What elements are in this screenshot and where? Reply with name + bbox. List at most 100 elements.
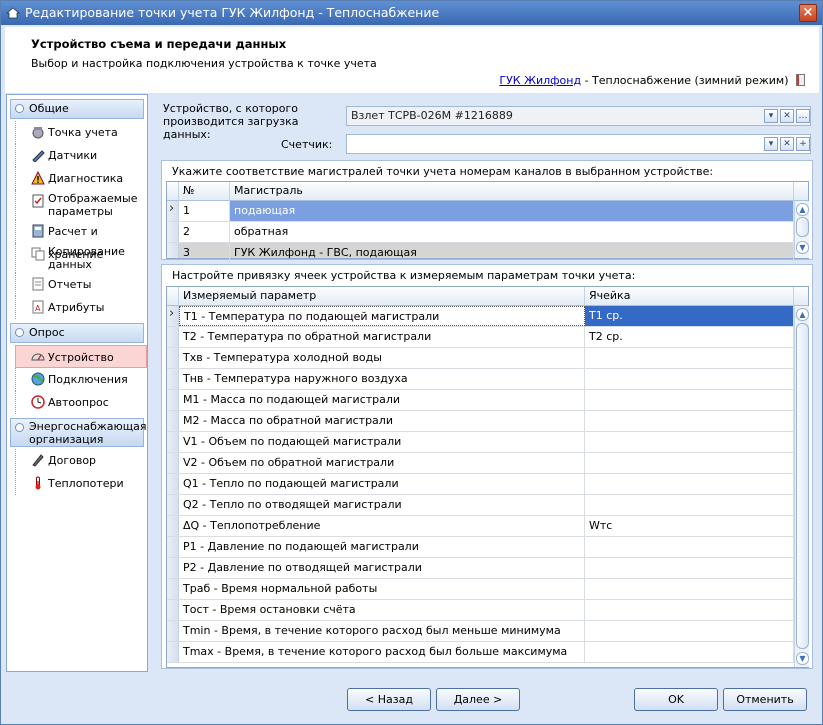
sidebar-item-contract[interactable]: Договор (15, 449, 147, 472)
splitter[interactable] (149, 94, 156, 672)
sidebar-item-reports[interactable]: Отчеты (15, 273, 147, 296)
cell-value[interactable] (585, 621, 794, 641)
table-row[interactable]: Q2 - Тепло по отводящей магистрали (167, 495, 794, 516)
table-row[interactable]: Tmin - Время, в течение которого расход … (167, 621, 794, 642)
clear-icon[interactable]: ✕ (780, 109, 794, 123)
row-indicator (167, 600, 179, 620)
cell-value[interactable]: T1 ср. (585, 306, 794, 326)
clear-icon[interactable]: ✕ (780, 137, 794, 151)
scroll-down-icon[interactable]: ▼ (796, 652, 809, 665)
cell-value[interactable] (585, 537, 794, 557)
cell-value[interactable] (585, 348, 794, 368)
cell-value[interactable] (585, 495, 794, 515)
cell-value[interactable] (585, 558, 794, 578)
book-icon[interactable] (796, 74, 805, 86)
window-title: Редактирование точки учета ГУК Жилфонд -… (25, 5, 440, 20)
channel-num: 1 (179, 201, 230, 221)
parameter-cell: Tmax - Время, в течение которого расход … (179, 642, 585, 662)
channel-name[interactable]: подающая (230, 201, 794, 221)
back-button[interactable]: < Назад (347, 688, 431, 711)
sidebar-item-device[interactable]: Устройство (15, 345, 147, 368)
table-row[interactable]: M1 - Масса по подающей магистрали (167, 390, 794, 411)
counter-select[interactable]: ▾ ✕ + (346, 134, 811, 154)
channel-row[interactable]: 3 ГУК Жилфонд - ГВС, подающая (167, 243, 794, 263)
cell-value[interactable] (585, 453, 794, 473)
table-row[interactable]: Tmax - Время, в течение которого расход … (167, 642, 794, 663)
row-indicator (167, 474, 179, 494)
channel-name[interactable]: ГУК Жилфонд - ГВС, подающая (230, 243, 794, 263)
table-row[interactable]: P1 - Давление по подающей магистрали (167, 537, 794, 558)
group-label: Опрос (29, 326, 65, 339)
next-button[interactable]: Далее > (436, 688, 520, 711)
table-row[interactable]: V2 - Объем по обратной магистрали (167, 453, 794, 474)
cell-value[interactable] (585, 579, 794, 599)
sidebar-item-connections[interactable]: Подключения (15, 368, 147, 391)
cell-value[interactable] (585, 642, 794, 662)
chevron-down-icon[interactable]: ▾ (764, 109, 778, 123)
scroll-thumb[interactable] (796, 217, 809, 237)
table-row[interactable]: T2 - Температура по обратной магистрали T… (167, 327, 794, 348)
cell-value[interactable] (585, 390, 794, 410)
cell-value[interactable] (585, 411, 794, 431)
sidebar-item-diagnostics[interactable]: Диагностика (15, 167, 147, 190)
more-icon[interactable]: … (796, 109, 810, 123)
copy-icon (31, 247, 45, 261)
sidebar-group-general[interactable]: Общие (10, 99, 144, 119)
main-panel: Устройство, с которого производится загр… (158, 94, 818, 672)
table-row[interactable]: Tхв - Температура холодной воды (167, 348, 794, 369)
channel-row[interactable]: 1 подающая (167, 199, 794, 222)
cell-value[interactable] (585, 369, 794, 389)
gauge-icon (31, 353, 45, 361)
sidebar-item-heat-loss[interactable]: Теплопотери (15, 472, 147, 495)
sidebar-group-polling[interactable]: Опрос (10, 323, 144, 343)
scroll-up-icon[interactable]: ▲ (796, 308, 809, 321)
cell-value[interactable]: Wтс (585, 516, 794, 536)
sidebar-item-attributes[interactable]: A Атрибуты (15, 296, 147, 319)
col-main-line[interactable]: Магистраль (230, 182, 794, 201)
parameter-cell: V2 - Объем по обратной магистрали (179, 453, 585, 473)
cell-value[interactable] (585, 474, 794, 494)
device-select[interactable]: Взлет ТСРВ-026М #1216889 ▾ ✕ … (346, 106, 811, 126)
close-button[interactable]: × (799, 4, 817, 22)
cell-value[interactable]: T2 ср. (585, 327, 794, 347)
chevron-down-icon[interactable]: ▾ (764, 137, 778, 151)
ok-button[interactable]: OK (634, 688, 718, 711)
counter-label: Счетчик: (281, 138, 333, 151)
table-row[interactable]: Траб - Время нормальной работы (167, 579, 794, 600)
table-row[interactable]: Тост - Время остановки счёта (167, 600, 794, 621)
parameter-cell: T2 - Температура по обратной магистрали (179, 327, 585, 347)
cells-scrollbar[interactable]: ▲ ▼ (794, 306, 809, 667)
table-row[interactable]: ΔQ - Теплопотребление Wтс (167, 516, 794, 537)
cell-value[interactable] (585, 432, 794, 452)
thermometer-icon (35, 476, 41, 490)
sidebar-item-calc-storage[interactable]: Расчет и хранение (15, 220, 147, 261)
table-row[interactable]: Tнв - Температура наружного воздуха (167, 369, 794, 390)
add-icon[interactable]: + (796, 137, 810, 151)
sidebar-item-autopoll[interactable]: Автоопрос (15, 391, 147, 414)
channel-row[interactable]: 2 обратная (167, 222, 794, 243)
table-row[interactable]: T1 - Температура по подающей магистралиT… (167, 304, 794, 327)
sidebar-item-display-params[interactable]: Отображаемые параметры (15, 190, 147, 220)
sidebar-item-sensors[interactable]: Датчики (15, 144, 147, 167)
col-num[interactable]: № (179, 182, 230, 201)
col-cell[interactable]: Ячейка (585, 287, 794, 306)
warning-icon (31, 171, 45, 185)
scroll-down-icon[interactable]: ▼ (796, 241, 809, 254)
channels-scrollbar[interactable]: ▲ ▼ (794, 201, 809, 258)
sidebar-item-copy-data[interactable]: Копирование данных (15, 243, 147, 273)
table-row[interactable]: Q1 - Тепло по подающей магистрали (167, 474, 794, 495)
collapse-icon (15, 328, 24, 337)
sidebar-group-energy-org[interactable]: Энергоснабжающая организация (10, 418, 147, 447)
cancel-button[interactable]: Отменить (723, 688, 807, 711)
object-link[interactable]: ГУК Жилфонд (499, 74, 581, 87)
sidebar-item-label: Атрибуты (48, 301, 105, 314)
scroll-up-icon[interactable]: ▲ (796, 203, 809, 216)
channel-name[interactable]: обратная (230, 222, 794, 242)
table-row[interactable]: M2 - Масса по обратной магистрали (167, 411, 794, 432)
table-row[interactable]: V1 - Объем по подающей магистрали (167, 432, 794, 453)
scroll-thumb[interactable] (796, 323, 809, 649)
cell-value[interactable] (585, 600, 794, 620)
sidebar-item-meter-point[interactable]: Точка учета (15, 121, 147, 144)
table-row[interactable]: P2 - Давление по отводящей магистрали (167, 558, 794, 579)
col-parameter[interactable]: Измеряемый параметр (179, 287, 585, 306)
